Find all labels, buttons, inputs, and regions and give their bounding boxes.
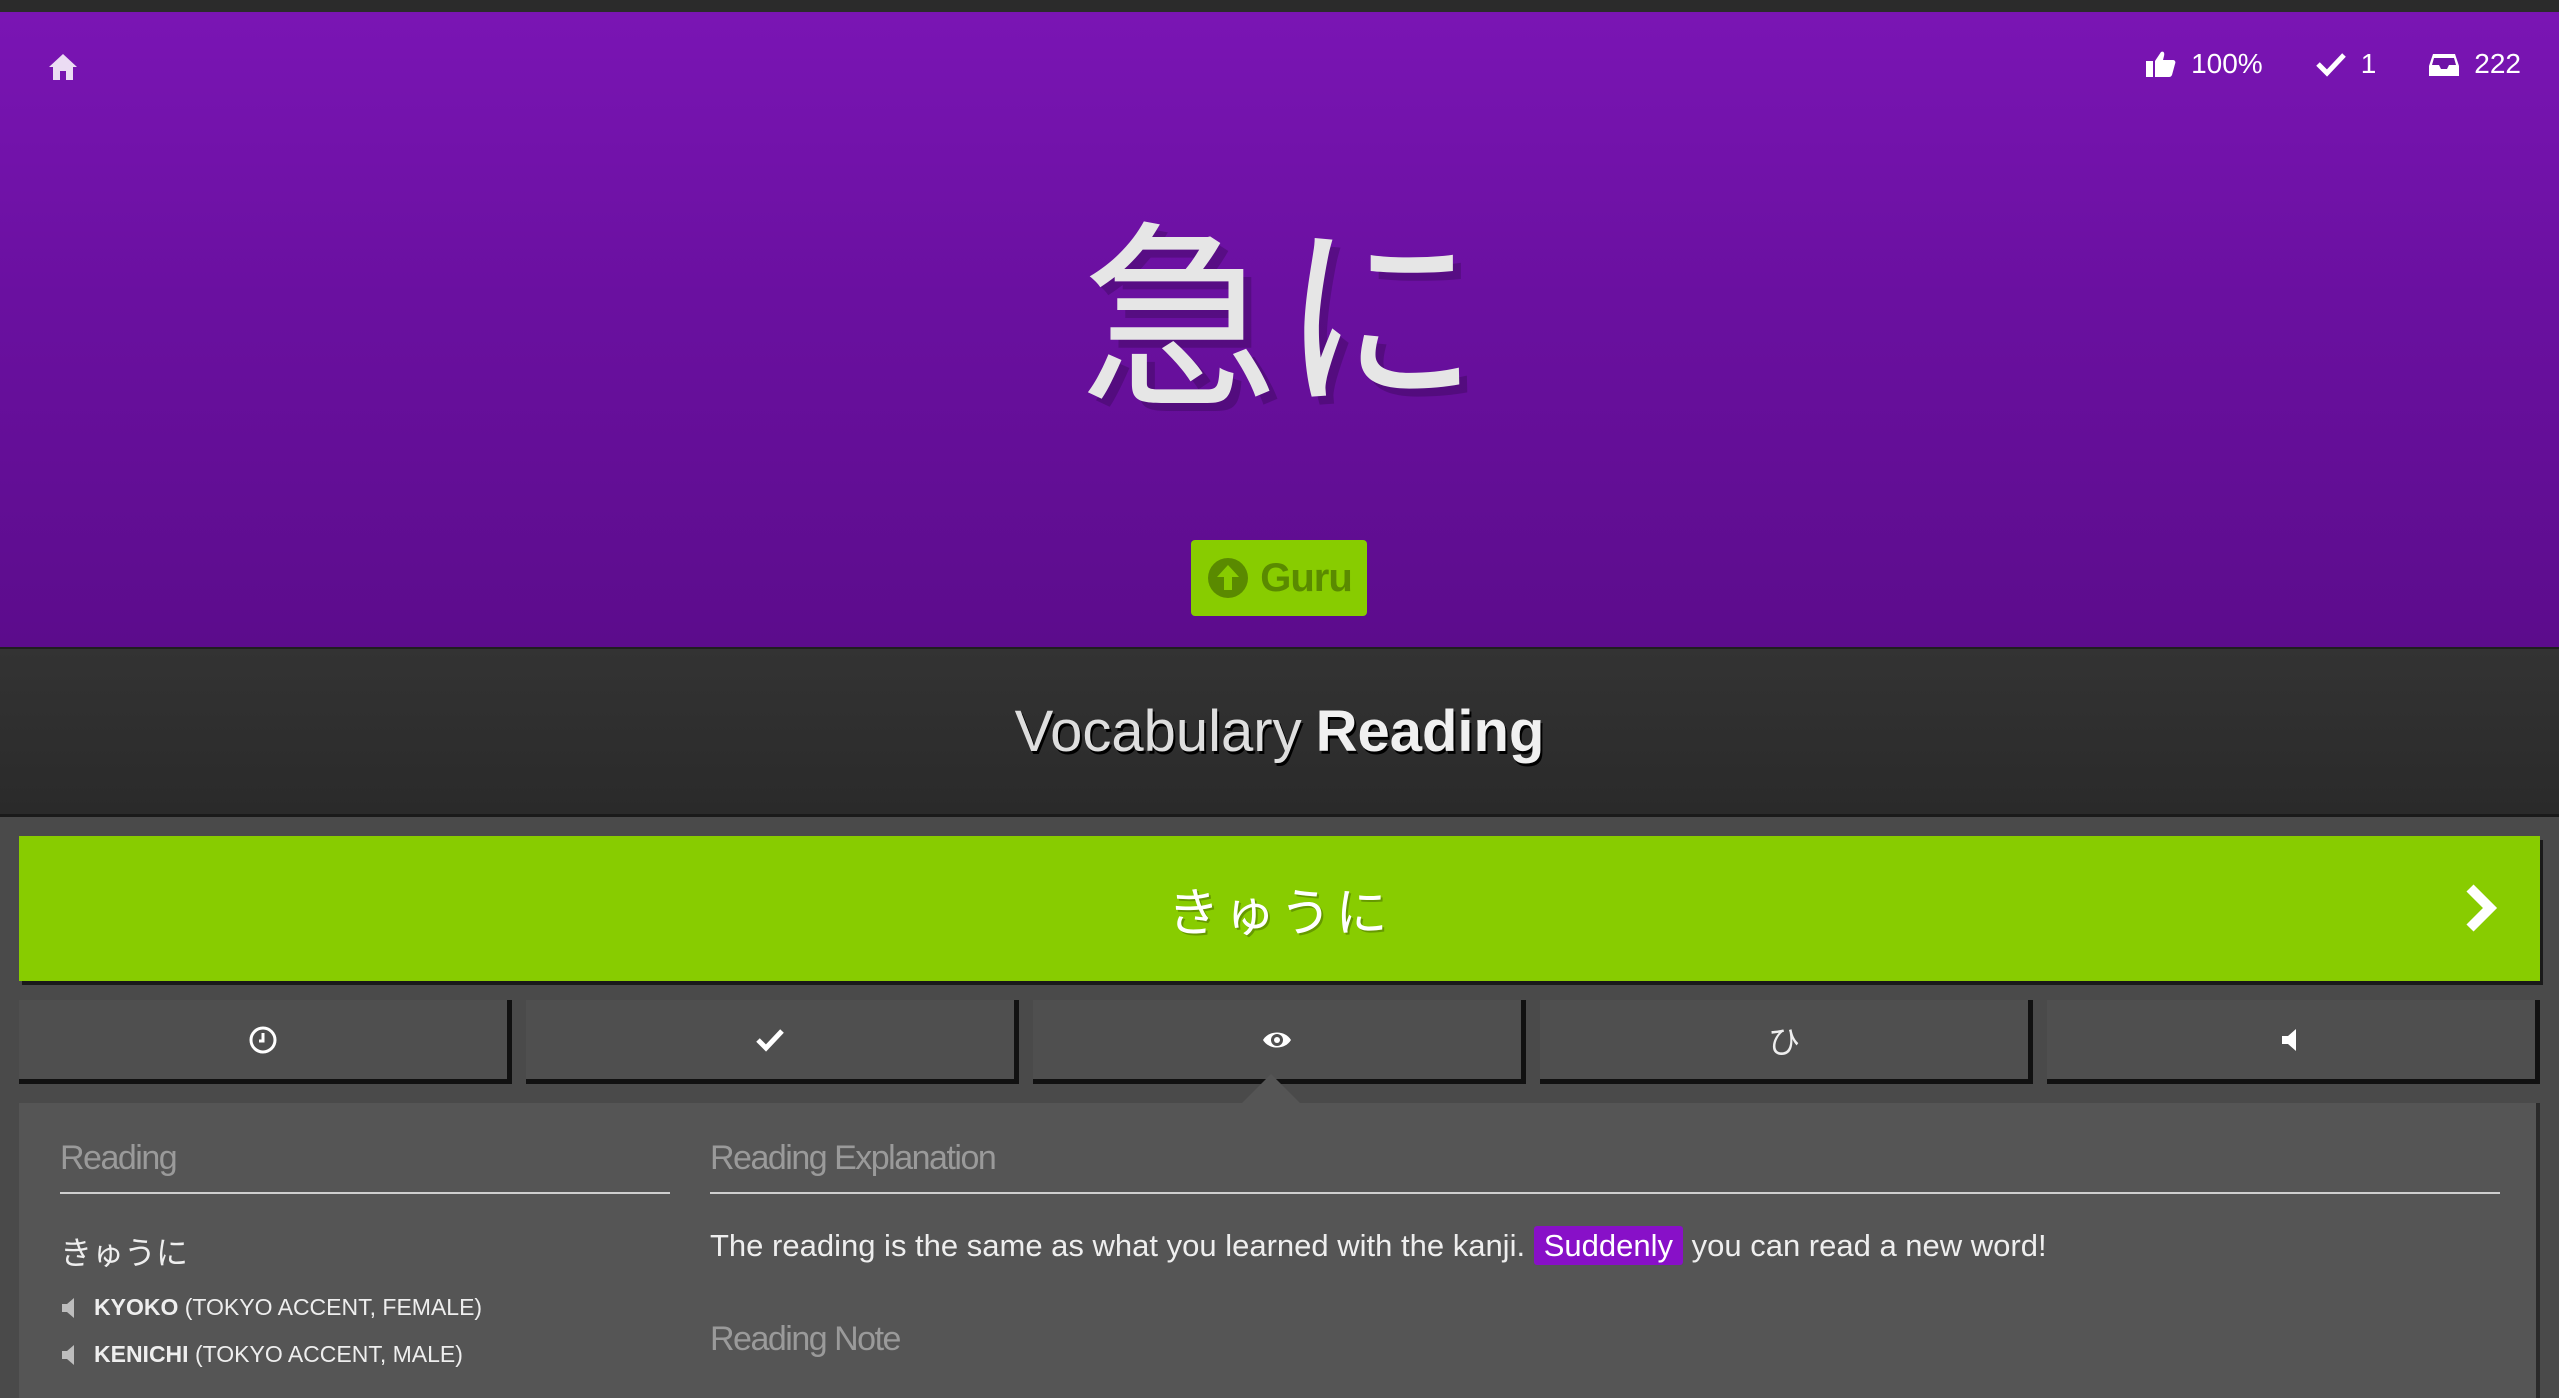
arrow-up-circle-icon — [1208, 558, 1249, 598]
voice-detail: (TOKYO ACCENT, MALE) — [194, 1341, 463, 1367]
srs-level-badge: Guru — [1191, 540, 1367, 616]
srs-level-label: Guru — [1260, 555, 1353, 600]
vocabulary-highlight: Suddenly — [1533, 1226, 1683, 1265]
correct-rate-stat: 100% — [2145, 48, 2263, 80]
remaining-stat: 222 — [2428, 48, 2521, 80]
additional-content-tabs: ひ — [19, 1000, 2540, 1084]
reading-title: Reading — [60, 1139, 670, 1194]
top-bar — [0, 0, 2559, 12]
clock-icon — [249, 1026, 277, 1053]
hiragana-icon: ひ — [1767, 1022, 1800, 1061]
chevron-right-icon[interactable] — [2460, 882, 2504, 934]
reading-column: Reading きゅうに KYOKO (TOKYO ACCENT, FEMALE… — [60, 1103, 670, 1368]
tab-kana-chart[interactable]: ひ — [1540, 1000, 2033, 1084]
item-info-panel: Reading きゅうに KYOKO (TOKYO ACCENT, FEMALE… — [19, 1103, 2540, 1398]
explanation-title: Reading Explanation — [710, 1139, 2500, 1194]
answer-field[interactable]: きゅうに — [19, 836, 2540, 981]
thumbs-up-icon — [2146, 51, 2176, 77]
voice-name: KENICHI — [94, 1341, 189, 1367]
explanation-column: Reading Explanation The reading is the s… — [710, 1103, 2500, 1359]
explanation-text: The reading is the same as what you lear… — [710, 1226, 2500, 1265]
correct-rate-value: 100% — [2191, 48, 2263, 79]
reading-note-title: Reading Note — [710, 1320, 901, 1358]
audio-kyoko[interactable]: KYOKO (TOKYO ACCENT, FEMALE) — [60, 1294, 670, 1321]
voice-detail: (TOKYO ACCENT, FEMALE) — [184, 1294, 483, 1320]
tab-audio[interactable] — [2047, 1000, 2540, 1084]
item-header: 100% 1 222 急に Guru — [0, 12, 2559, 647]
explanation-after: you can read a new word! — [1691, 1228, 2047, 1263]
tab-last-items[interactable] — [19, 1000, 512, 1084]
tab-item-details[interactable] — [1033, 1000, 1526, 1084]
tab-item-info[interactable] — [526, 1000, 1019, 1084]
home-icon[interactable] — [47, 52, 79, 82]
completed-count: 1 — [2360, 48, 2377, 79]
check-icon — [2315, 53, 2346, 77]
reading-value: きゅうに — [60, 1234, 189, 1272]
audio-kenichi[interactable]: KENICHI (TOKYO ACCENT, MALE) — [60, 1341, 670, 1368]
remaining-count: 222 — [2474, 48, 2521, 79]
inbox-icon — [2429, 54, 2460, 76]
explanation-before: The reading is the same as what you lear… — [710, 1228, 1526, 1263]
quiz-stats: 100% 1 222 — [2145, 48, 2521, 80]
check-icon — [756, 1028, 784, 1052]
speaker-icon — [2282, 1028, 2296, 1051]
question-type-banner: Vocabulary Reading — [0, 647, 2559, 817]
eye-icon — [1263, 1032, 1291, 1047]
question-type-emphasis: Reading — [1315, 699, 1545, 764]
item-characters: 急に — [1079, 205, 1480, 438]
tab-pointer — [1241, 1074, 1301, 1104]
question-type-prefix: Vocabulary — [1014, 699, 1302, 764]
completed-stat: 1 — [2315, 48, 2377, 80]
voice-name: KYOKO — [94, 1294, 179, 1320]
speaker-icon — [62, 1297, 74, 1318]
answer-text: きゅうに — [1167, 884, 1392, 944]
speaker-icon — [62, 1344, 74, 1365]
